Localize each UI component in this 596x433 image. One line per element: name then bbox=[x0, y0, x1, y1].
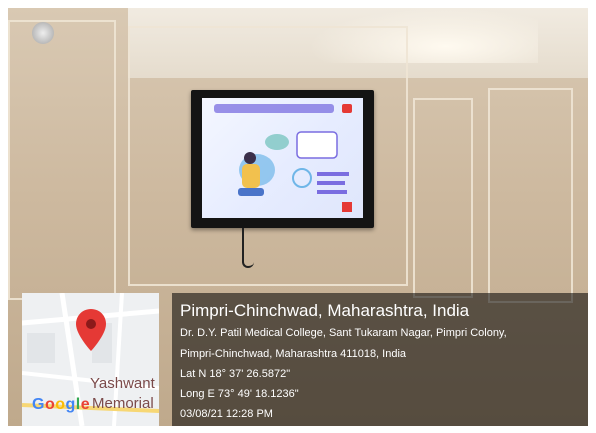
tv-screen bbox=[202, 98, 363, 218]
google-logo: Google bbox=[32, 396, 91, 413]
map-thumbnail: Yashwant Memorial Google bbox=[22, 293, 159, 426]
map-label-memorial: Memorial bbox=[92, 395, 154, 412]
wall-panel-right-2 bbox=[488, 88, 573, 303]
tv-cable bbox=[242, 228, 254, 268]
map-label-yashwant: Yashwant bbox=[90, 375, 155, 392]
wall-panel-right-1 bbox=[413, 98, 473, 298]
address-line-2: Pimpri-Chinchwad, Maharashtra 411018, In… bbox=[180, 348, 407, 360]
place-title: Pimpri-Chinchwad, Maharashtra, India bbox=[180, 301, 470, 320]
wall-panel-left bbox=[8, 20, 116, 300]
television bbox=[191, 90, 374, 228]
address-line-1: Dr. D.Y. Patil Medical College, Sant Tuk… bbox=[180, 327, 507, 339]
photo-frame: Yashwant Memorial Google Pimpri-Chinchwa… bbox=[0, 0, 596, 433]
fire-alarm-icon bbox=[32, 22, 54, 44]
presentation-slide-icon bbox=[214, 104, 352, 212]
location-overlay: Pimpri-Chinchwad, Maharashtra, India Dr.… bbox=[172, 293, 588, 426]
latitude: Lat N 18° 37' 26.5872" bbox=[180, 368, 291, 380]
timestamp: 03/08/21 12:28 PM bbox=[180, 408, 273, 420]
longitude: Long E 73° 49' 18.1236" bbox=[180, 388, 299, 400]
map-pin-icon bbox=[76, 309, 106, 351]
